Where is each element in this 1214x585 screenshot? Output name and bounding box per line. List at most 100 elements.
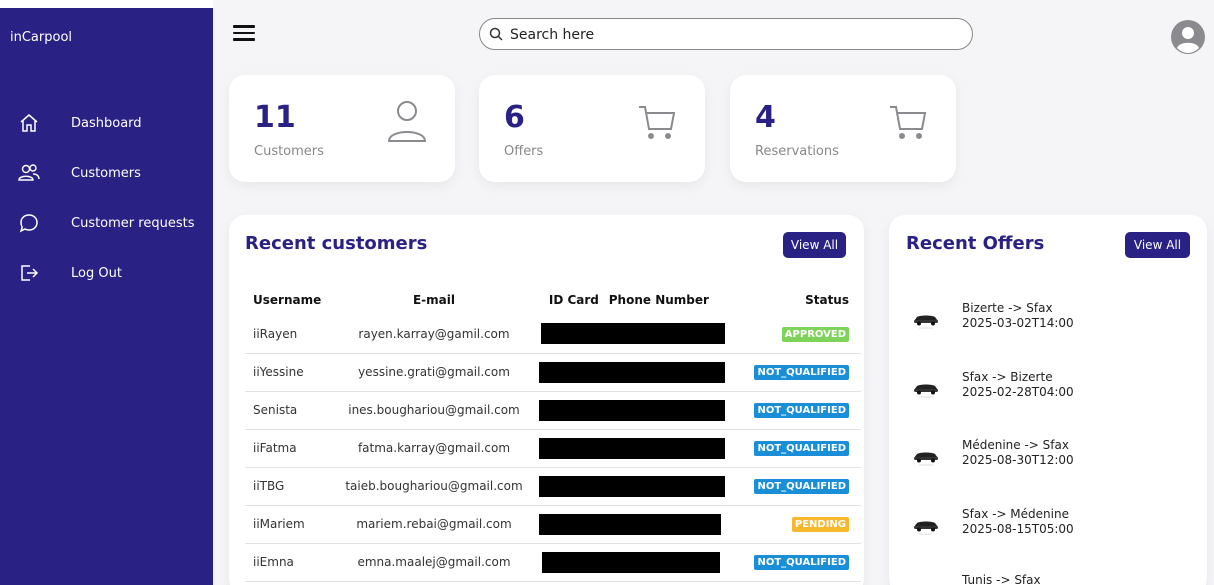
home-icon [18, 112, 40, 134]
redaction-bar [541, 323, 725, 345]
offer-item[interactable]: Médenine -> Sfax 2025-08-30T12:00 [911, 438, 1191, 478]
stat-card-customers[interactable]: 11 Customers [229, 75, 455, 182]
cart-icon [637, 103, 677, 148]
status-badge: NOT_QUALIFIED [754, 403, 849, 418]
recent-customers-panel: Recent customers View All Username E-mai… [229, 215, 864, 585]
offer-route: Tunis -> Sfax [962, 573, 1041, 585]
offer-date: 2025-03-02T14:00 [962, 316, 1074, 330]
brand-logo[interactable]: inCarpool [10, 30, 72, 45]
redacted-cell [539, 391, 725, 430]
email-cell: mariem.rebai@gmail.com [329, 505, 539, 544]
user-icon [387, 99, 427, 150]
column-header[interactable]: ID Card [539, 285, 609, 315]
table-row[interactable]: iiEmna emna.maalej@gmail.com NOT_QUALIFI… [245, 543, 861, 582]
offer-route: Sfax -> Bizerte [962, 370, 1053, 384]
customers-table: Username E-mail ID Card Phone Number Sta… [245, 285, 861, 582]
stat-value: 11 [254, 100, 296, 135]
table-row[interactable]: iiFatma fatma.karray@gmail.com NOT_QUALI… [245, 429, 861, 468]
offer-item[interactable]: Sfax -> Médenine 2025-08-15T05:00 [911, 507, 1191, 547]
search-bar[interactable] [479, 18, 973, 50]
sidebar-item-dashboard[interactable]: Dashboard [0, 108, 213, 138]
status-badge: NOT_QUALIFIED [754, 479, 849, 494]
user-avatar-icon[interactable] [1171, 20, 1205, 54]
view-all-customers-button[interactable]: View All [783, 232, 846, 258]
table-header-row: Username E-mail ID Card Phone Number Sta… [245, 285, 861, 315]
stat-card-offers[interactable]: 6 Offers [479, 75, 705, 182]
status-badge: NOT_QUALIFIED [754, 555, 849, 570]
column-header[interactable]: Phone Number [609, 285, 725, 315]
email-cell: yessine.grati@gmail.com [329, 353, 539, 392]
sidebar-item-customers[interactable]: Customers [0, 158, 213, 188]
username-cell: iiMariem [245, 505, 329, 544]
sidebar-item-label: Customers [71, 165, 141, 181]
redacted-cell [539, 315, 725, 354]
offer-item[interactable]: Bizerte -> Sfax 2025-03-02T14:00 [911, 301, 1191, 341]
offer-route: Bizerte -> Sfax [962, 301, 1053, 315]
table-row[interactable]: iiMariem mariem.rebai@gmail.com PENDING [245, 505, 861, 544]
status-badge: PENDING [791, 517, 849, 532]
email-cell: ines.boughariou@gmail.com [329, 391, 539, 430]
username-cell: iiRayen [245, 315, 329, 354]
offer-route: Médenine -> Sfax [962, 438, 1069, 452]
username-cell: iiFatma [245, 429, 329, 468]
search-input[interactable] [510, 24, 950, 46]
username-cell: Senista [245, 391, 329, 430]
status-badge: NOT_QUALIFIED [754, 365, 849, 380]
redaction-bar [539, 399, 725, 421]
offer-date: 2025-08-15T05:00 [962, 522, 1074, 536]
sidebar-item-label: Log Out [71, 265, 122, 281]
offer-date: 2025-08-30T12:00 [962, 453, 1074, 467]
main-content: 11 Customers 6 Offers 4 Reservations Rec… [213, 0, 1214, 585]
redacted-cell [539, 429, 725, 468]
recent-offers-panel: Recent Offers View All Bizerte -> Sfax 2… [889, 215, 1207, 585]
redacted-cell [539, 505, 725, 544]
table-row[interactable]: iiRayen rayen.karray@gamil.com APPROVED [245, 315, 861, 354]
column-header[interactable]: E-mail [329, 285, 539, 315]
sidebar-item-logout[interactable]: Log Out [0, 258, 213, 288]
car-icon [911, 581, 941, 585]
table-row[interactable]: iiTBG taieb.boughariou@gmail.com NOT_QUA… [245, 467, 861, 506]
stat-label: Customers [254, 144, 324, 159]
car-icon [911, 446, 941, 466]
panel-title: Recent Offers [906, 233, 1045, 254]
cart-icon [888, 103, 928, 148]
redaction-bar [542, 551, 720, 573]
email-cell: rayen.karray@gamil.com [329, 315, 539, 354]
sidebar-item-customer-requests[interactable]: Customer requests [0, 208, 213, 238]
table-row[interactable]: iiYessine yessine.grati@gmail.com NOT_QU… [245, 353, 861, 392]
table-row[interactable]: Senista ines.boughariou@gmail.com NOT_QU… [245, 391, 861, 430]
redaction-bar [539, 361, 725, 383]
car-icon [911, 378, 941, 398]
menu-toggle-icon[interactable] [233, 25, 257, 45]
stat-card-reservations[interactable]: 4 Reservations [730, 75, 956, 182]
car-icon [911, 515, 941, 535]
redacted-cell [539, 543, 725, 582]
redaction-bar [539, 513, 721, 535]
stat-value: 6 [504, 100, 525, 135]
view-all-offers-button[interactable]: View All [1125, 232, 1190, 258]
redaction-bar [539, 437, 725, 459]
stat-value: 4 [755, 100, 776, 135]
email-cell: emna.maalej@gmail.com [329, 543, 539, 582]
sidebar: inCarpool Dashboard Customers Customer r… [0, 8, 213, 585]
stat-label: Reservations [755, 144, 839, 159]
column-header[interactable]: Username [245, 285, 329, 315]
redaction-bar [539, 475, 725, 497]
logout-icon [18, 262, 40, 284]
email-cell: fatma.karray@gmail.com [329, 429, 539, 468]
sidebar-item-label: Customer requests [71, 215, 195, 231]
stat-label: Offers [504, 144, 544, 159]
car-icon [911, 309, 941, 329]
redacted-cell [539, 353, 725, 392]
offer-route: Sfax -> Médenine [962, 507, 1069, 521]
offer-item[interactable]: Sfax -> Bizerte 2025-02-28T04:00 [911, 370, 1191, 410]
sidebar-item-label: Dashboard [71, 115, 142, 131]
chat-bubble-icon [18, 212, 40, 234]
search-icon [489, 27, 503, 41]
offer-date: 2025-02-28T04:00 [962, 385, 1074, 399]
column-header[interactable]: Status [725, 285, 861, 315]
offer-item[interactable]: Tunis -> Sfax [911, 573, 1191, 585]
status-badge: APPROVED [781, 326, 849, 342]
users-icon [18, 162, 40, 184]
username-cell: iiTBG [245, 467, 329, 506]
